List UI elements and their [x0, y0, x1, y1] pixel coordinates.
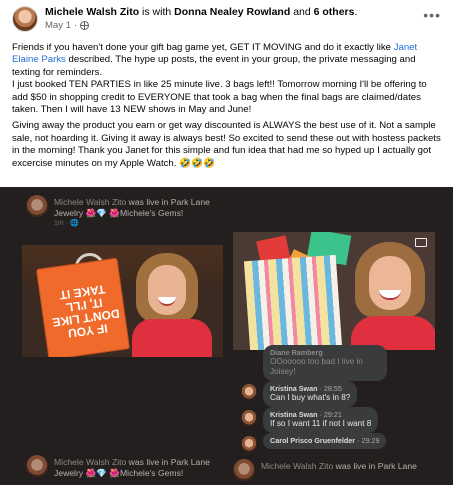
comment-bubble: Carol Prisco Gruenfelder · 29:29 [263, 433, 387, 449]
live-title: Michele Walsh Zito was live in Park Lane… [54, 197, 210, 219]
live-author: Michele Walsh Zito [261, 461, 334, 471]
live-header-bottom: Michele Walsh Zito was live in Park Lane… [22, 447, 232, 485]
live-group: Park Lane [170, 457, 210, 467]
comment-time: · 28:55 [319, 384, 342, 393]
host-person [351, 238, 435, 350]
more-options-icon[interactable]: ••• [423, 8, 441, 22]
globe-icon [80, 21, 90, 30]
live-title: Michele Walsh Zito was live in Park Lane [261, 461, 417, 472]
comment-name[interactable]: Kristina Swan · 28:55 [270, 384, 350, 393]
with-text: is with [142, 6, 172, 18]
live-avatar [26, 195, 48, 217]
live-sub: 1m · 🌐 [54, 220, 79, 227]
post-meta: May 1 · [45, 20, 90, 31]
live-author: Michele Walsh Zito [54, 457, 127, 467]
bag-print-text: IF YOU DON'T LIKE IT, I'LL TAKE IT [51, 282, 121, 341]
and-text: and [293, 6, 311, 18]
others-link[interactable]: 6 others [314, 6, 355, 18]
live-video-left[interactable]: Michele Walsh Zito was live in Park Lane… [22, 187, 223, 485]
striped-gift-bag [243, 254, 343, 350]
live-was: was live in [335, 461, 376, 471]
comment-bubble: Kristina Swan · 29:21 If so I want 11 if… [263, 407, 379, 433]
live-group-line2: Jewelry 🌺💎 🌺Michele's Gems! [54, 468, 184, 478]
comment-message: Can I buy what's in 8? [270, 393, 351, 402]
meta-separator: · [73, 20, 78, 31]
live-title: Michele Walsh Zito was live in Park Lane… [54, 457, 210, 479]
media-collage[interactable]: Michele Walsh Zito was live in Park Lane… [0, 187, 453, 485]
photo-striped-bag[interactable] [233, 232, 435, 350]
live-author: Michele Walsh Zito [54, 197, 127, 207]
post-date[interactable]: May 1 [45, 20, 71, 31]
host-top [132, 319, 212, 357]
cast-icon[interactable] [415, 238, 427, 247]
commenter-avatar[interactable] [241, 384, 257, 400]
photo-orange-bag[interactable]: IF YOU DON'T LIKE IT, I'LL TAKE IT [22, 245, 223, 357]
live-video-right[interactable]: Diane Ramberg OOooooo too bad I live in … [233, 187, 443, 485]
live-avatar [26, 455, 48, 477]
author-avatar[interactable] [12, 6, 38, 32]
comment-message: If so I want 11 if not I want 8 [270, 419, 372, 428]
live-avatar [233, 459, 255, 481]
live-group-line2: Jewelry 🌺💎 🌺Michele's Gems! [54, 208, 184, 218]
host-face [148, 265, 186, 315]
paragraph-1-text-b: described. The hype up posts, the event … [12, 54, 416, 78]
author-line: Michele Walsh Zito is with Donna Nealey … [45, 6, 358, 18]
live-group: Park Lane [170, 197, 210, 207]
paragraph-1: Friends if you haven't done your gift ba… [12, 42, 444, 79]
host-person [132, 253, 212, 357]
comment-bubble: Diane Ramberg OOooooo too bad I live in … [263, 345, 387, 381]
live-group: Park Lane [377, 461, 417, 471]
comment-name[interactable]: Diane Ramberg [270, 348, 380, 357]
comment-message: OOooooo too bad I live in Joisey! [270, 357, 363, 376]
commenter-avatar[interactable] [241, 436, 257, 452]
comment-bubble: Kristina Swan · 28:55 Can I buy what's i… [263, 381, 358, 407]
live-was: was live in [128, 457, 169, 467]
paragraph-1-text-a: Friends if you haven't done your gift ba… [12, 42, 394, 53]
host-face [369, 256, 411, 310]
tagged-name[interactable]: Donna Nealey Rowland [174, 6, 290, 18]
post-header: Michele Walsh Zito is with Donna Nealey … [0, 0, 453, 38]
comment-time: · 29:29 [357, 436, 380, 445]
live-was: was live in [128, 197, 169, 207]
post-body: Friends if you haven't done your gift ba… [12, 42, 444, 174]
comment-name[interactable]: Kristina Swan · 29:21 [270, 410, 371, 419]
comment-name[interactable]: Carol Prisco Gruenfelder · 29:29 [270, 436, 379, 445]
live-header: Michele Walsh Zito was live in Park Lane… [22, 187, 232, 227]
commenter-avatar[interactable] [241, 410, 257, 426]
paragraph-2: I just booked TEN PARTIES in like 25 min… [12, 79, 427, 116]
author-name[interactable]: Michele Walsh Zito [45, 6, 139, 18]
comment-time: · 29:21 [319, 410, 342, 419]
paragraph-3: Giving away the product you earn or get … [12, 120, 441, 169]
